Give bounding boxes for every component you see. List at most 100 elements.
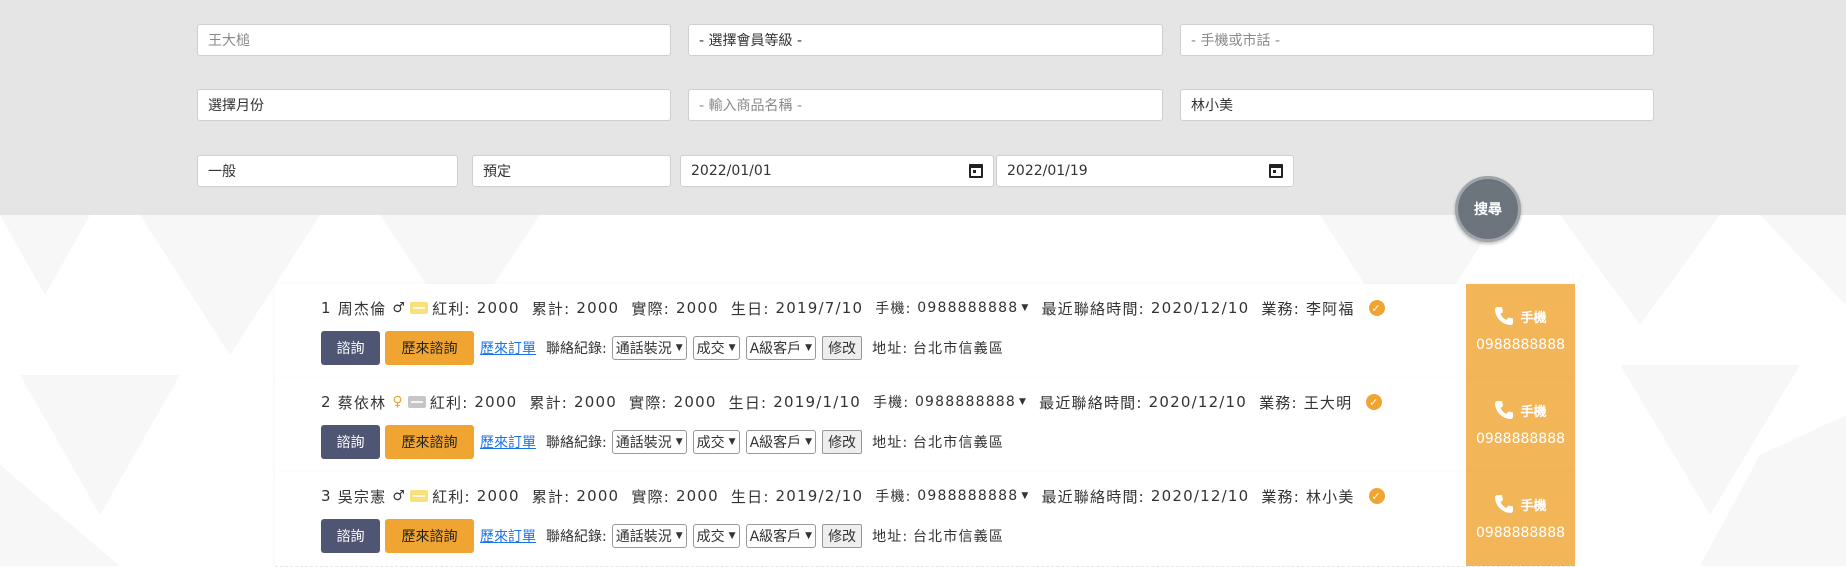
name-input[interactable]: 王大槌	[197, 24, 671, 56]
result-select[interactable]: 成交 ▼	[692, 430, 740, 454]
check-icon: ✓	[1366, 394, 1383, 410]
history-consult-button[interactable]: 歷來諮詢	[385, 331, 474, 365]
silver-card-icon	[407, 396, 426, 408]
modify-button[interactable]: 修改	[822, 524, 863, 548]
chevron-down-icon: ▼	[728, 343, 736, 353]
address-label: 地址:	[872, 341, 909, 357]
member-action-line: 諮詢 歷來諮詢 歷來訂單 聯絡紀錄: 通話裝況 ▼ 成交 ▼ A級客戶 ▼ 修改 地址…	[321, 331, 1004, 365]
order-type-select[interactable]: 預定	[472, 155, 671, 187]
history-consult-label: 歷來諮詢	[401, 529, 458, 545]
call-status-select[interactable]: 通話裝況 ▼	[611, 430, 687, 454]
modify-button-label: 修改	[828, 435, 857, 451]
last-contact-label: 最近聯絡時間:	[1041, 487, 1145, 506]
history-orders-link[interactable]: 歷來訂單	[480, 338, 536, 358]
call-mobile-button[interactable]: 手機 0988888888	[1466, 472, 1575, 566]
last-contact-label: 最近聯絡時間:	[1041, 299, 1145, 318]
customer-level-select[interactable]: A級客戶 ▼	[745, 336, 817, 360]
member-name: 蔡依林	[337, 393, 387, 412]
date-from-value: 2022/01/01	[691, 163, 772, 179]
search-button[interactable]: 搜尋	[1455, 176, 1521, 242]
modify-button[interactable]: 修改	[822, 336, 863, 360]
result-select[interactable]: 成交 ▼	[692, 524, 740, 548]
mobile-value: 0988888888	[917, 488, 1019, 504]
type-select[interactable]: 一般	[197, 155, 458, 187]
contact-log-label: 聯絡紀錄:	[546, 341, 607, 357]
member-info-line: 3 吳宗憲 ♂ 紅利: 2000 累計: 2000 實際: 2000 生日: 2…	[321, 482, 1385, 510]
bonus-label: 紅利:	[429, 393, 469, 412]
female-icon: ♀	[392, 394, 404, 410]
male-icon: ♂	[392, 488, 407, 504]
consult-button[interactable]: 諮詢	[321, 331, 380, 365]
bonus-label: 紅利:	[432, 487, 471, 506]
member-row: 1 周杰倫 ♂ 紅利: 2000 累計: 2000 實際: 2000 生日: 2…	[275, 284, 1575, 379]
month-select[interactable]: 選擇月份	[197, 89, 671, 121]
member-name: 周杰倫	[337, 299, 387, 318]
call-mobile-button[interactable]: 手機 0988888888	[1466, 284, 1575, 378]
member-info-line: 2 蔡依林 ♀ 紅利: 2000 累計: 2000 實際: 2000 生日: 2…	[321, 388, 1383, 416]
total-value: 2000	[574, 393, 618, 411]
last-contact-value: 2020/12/10	[1150, 487, 1250, 505]
call-status-value: 通話裝況	[615, 435, 672, 451]
consult-button-label: 諮詢	[336, 341, 365, 357]
contact-log-label: 聯絡紀錄:	[546, 435, 607, 451]
history-consult-button[interactable]: 歷來諮詢	[385, 425, 474, 459]
member-list: 1 周杰倫 ♂ 紅利: 2000 累計: 2000 實際: 2000 生日: 2…	[275, 284, 1575, 567]
phone-panel-number: 0988888888	[1475, 525, 1566, 541]
chevron-down-icon: ▼	[1021, 303, 1030, 313]
modify-button[interactable]: 修改	[822, 430, 863, 454]
salesperson-input-value: 林小美	[1191, 98, 1233, 114]
salesperson-input[interactable]: 林小美	[1180, 89, 1654, 121]
phone-input-placeholder: - 手機或市話 -	[1191, 33, 1281, 49]
result-select[interactable]: 成交 ▼	[692, 336, 740, 360]
bonus-value: 2000	[476, 487, 520, 505]
birthday-label: 生日:	[728, 393, 768, 412]
bonus-value: 2000	[476, 299, 520, 317]
bonus-value: 2000	[474, 393, 518, 411]
product-input[interactable]: - 輸入商品名稱 -	[688, 89, 1163, 121]
total-label: 累計:	[529, 393, 569, 412]
chevron-down-icon: ▼	[805, 437, 813, 447]
product-input-placeholder: - 輸入商品名稱 -	[699, 98, 803, 114]
call-status-select[interactable]: 通話裝況 ▼	[611, 336, 687, 360]
mobile-label: 手機:	[872, 395, 910, 411]
customer-level-select[interactable]: A級客戶 ▼	[745, 430, 817, 454]
phone-panel-number: 0988888888	[1475, 337, 1566, 353]
result-value: 成交	[696, 341, 725, 357]
consult-button[interactable]: 諮詢	[321, 519, 380, 553]
date-from-input[interactable]: 2022/01/01	[680, 155, 994, 187]
check-icon: ✓	[1368, 488, 1385, 504]
address-label: 地址:	[872, 435, 909, 451]
mobile-select[interactable]: 手機: 0988888888 ▼	[875, 298, 1029, 318]
member-action-line: 諮詢 歷來諮詢 歷來訂單 聯絡紀錄: 通話裝況 ▼ 成交 ▼ A級客戶 ▼ 修改 地址…	[321, 425, 1004, 459]
actual-label: 實際:	[629, 393, 668, 412]
chevron-down-icon: ▼	[675, 437, 683, 447]
actual-label: 實際:	[631, 487, 670, 506]
date-to-input[interactable]: 2022/01/19	[996, 155, 1294, 187]
calendar-icon[interactable]	[1269, 164, 1283, 178]
member-level-select[interactable]: - 選擇會員等級 -	[688, 24, 1163, 56]
mobile-select[interactable]: 手機: 0988888888 ▼	[875, 486, 1029, 506]
chevron-down-icon: ▼	[675, 531, 683, 541]
calendar-icon[interactable]	[969, 164, 983, 178]
mobile-select[interactable]: 手機: 0988888888 ▼	[873, 392, 1027, 412]
birthday-label: 生日:	[730, 487, 770, 506]
actual-value: 2000	[675, 299, 719, 317]
phone-input[interactable]: - 手機或市話 -	[1180, 24, 1654, 56]
consult-button[interactable]: 諮詢	[321, 425, 380, 459]
sales-label: 業務:	[1261, 299, 1301, 318]
name-input-value: 王大槌	[208, 33, 250, 49]
history-consult-button[interactable]: 歷來諮詢	[385, 519, 474, 553]
check-icon: ✓	[1368, 300, 1385, 316]
mobile-label: 手機:	[875, 301, 912, 317]
total-value: 2000	[576, 487, 620, 505]
history-orders-link[interactable]: 歷來訂單	[480, 526, 536, 546]
customer-level-select[interactable]: A級客戶 ▼	[745, 524, 817, 548]
chevron-down-icon: ▼	[675, 343, 683, 353]
call-mobile-button[interactable]: 手機 0988888888	[1466, 378, 1575, 472]
address-value: 台北市信義區	[912, 529, 1005, 545]
history-orders-link[interactable]: 歷來訂單	[480, 432, 536, 452]
call-status-select[interactable]: 通話裝況 ▼	[611, 524, 687, 548]
member-row: 3 吳宗憲 ♂ 紅利: 2000 累計: 2000 實際: 2000 生日: 2…	[275, 472, 1575, 567]
birthday-value: 2019/2/10	[775, 487, 864, 505]
sales-label: 業務:	[1259, 393, 1298, 412]
